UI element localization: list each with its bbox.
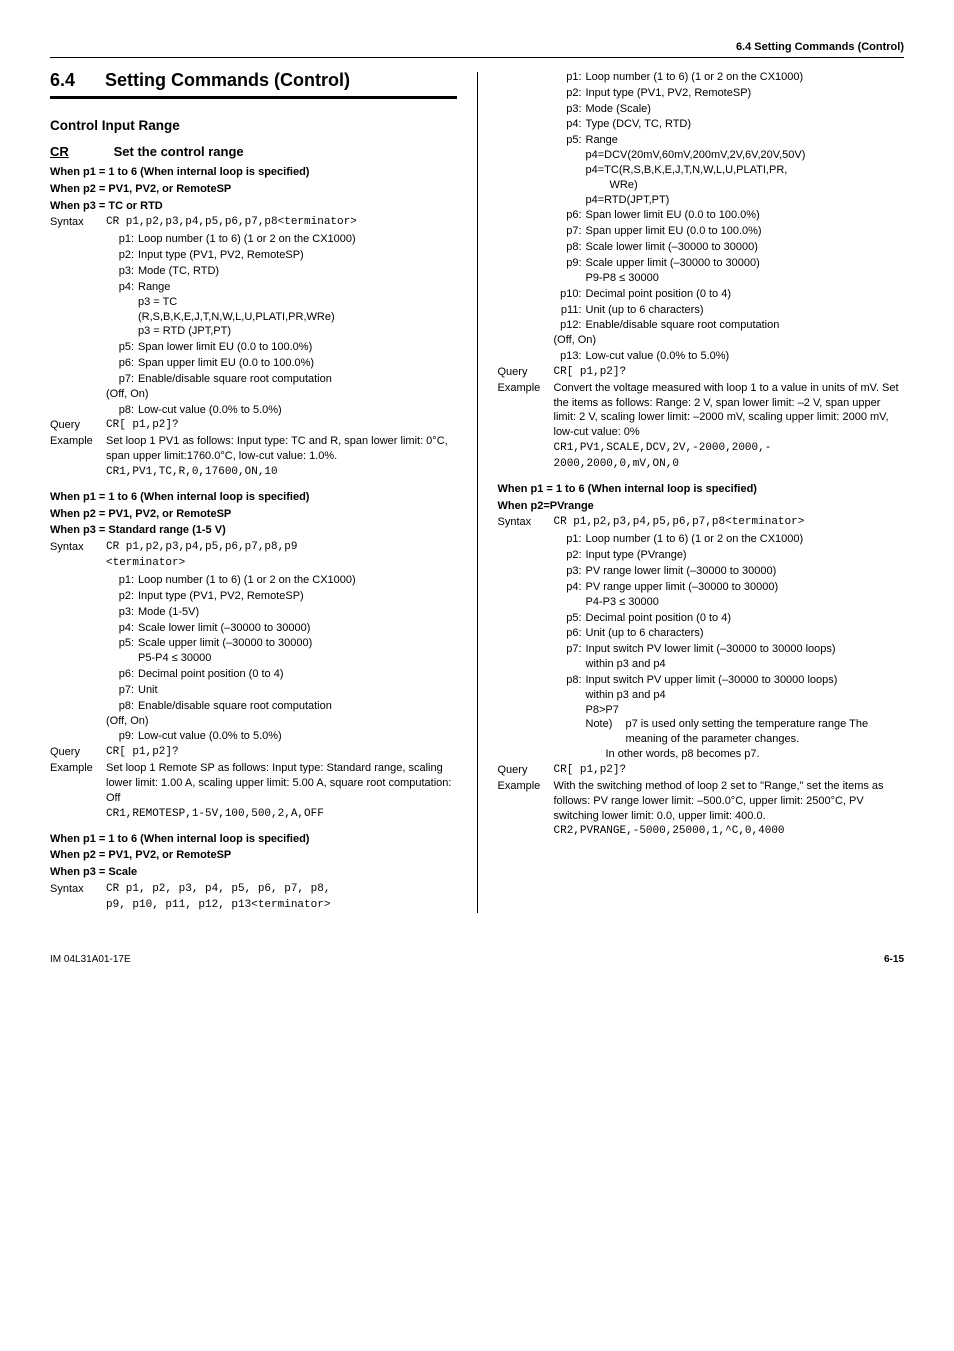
condition: When p2 = PV1, PV2, or RemoteSP <box>50 848 457 863</box>
section-number: 6.4 <box>50 68 100 92</box>
condition: When p2 = PV1, PV2, or RemoteSP <box>50 182 457 197</box>
command-desc: Set the control range <box>114 144 244 159</box>
label-query: Query <box>498 365 554 380</box>
command-heading: CR Set the control range <box>50 143 457 161</box>
label-syntax: Syntax <box>50 540 106 555</box>
right-column: p1:Loop number (1 to 6) (1 or 2 on the C… <box>498 68 905 913</box>
section-title: 6.4 Setting Commands (Control) <box>50 68 457 99</box>
section-title-text: Setting Commands (Control) <box>105 70 350 90</box>
label-syntax: Syntax <box>498 515 554 530</box>
condition: When p1 = 1 to 6 (When internal loop is … <box>50 165 457 180</box>
syntax-code: CR p1,p2,p3,p4,p5,p6,p7,p8<terminator> <box>554 515 905 530</box>
condition: When p1 = 1 to 6 (When internal loop is … <box>50 832 457 847</box>
condition: When p1 = 1 to 6 (When internal loop is … <box>498 482 905 497</box>
footer-page-num: 6-15 <box>884 953 904 967</box>
label-syntax: Syntax <box>50 882 106 897</box>
syntax-code: CR p1,p2,p3,p4,p5,p6,p7,p8<terminator> <box>106 215 457 230</box>
label-query: Query <box>50 745 106 760</box>
example-text: Convert the voltage measured with loop 1… <box>554 381 905 440</box>
example-code: CR1,PV1,TC,R,0,17600,ON,10 <box>106 465 457 480</box>
condition: When p1 = 1 to 6 (When internal loop is … <box>50 490 457 505</box>
label-example: Example <box>498 381 554 396</box>
example-code: CR2,PVRANGE,-5000,25000,1,^C,0,4000 <box>554 824 905 839</box>
query-code: CR[ p1,p2]? <box>106 418 457 433</box>
example-code: CR1,REMOTESP,1-5V,100,500,2,A,OFF <box>106 807 457 822</box>
note-label: Note) <box>586 717 626 747</box>
label-example: Example <box>50 761 106 776</box>
syntax-code: CR p1,p2,p3,p4,p5,p6,p7,p8,p9 <box>106 540 457 555</box>
query-code: CR[ p1,p2]? <box>554 763 905 778</box>
query-code: CR[ p1,p2]? <box>106 745 457 760</box>
condition: When p3 = TC or RTD <box>50 199 457 214</box>
label-query: Query <box>498 763 554 778</box>
example-code: CR1,PV1,SCALE,DCV,2V,-2000,2000,- <box>554 441 905 456</box>
footer-doc-id: IM 04L31A01-17E <box>50 953 131 967</box>
left-column: 6.4 Setting Commands (Control) Control I… <box>50 68 457 913</box>
example-text: Set loop 1 Remote SP as follows: Input t… <box>106 761 457 806</box>
condition: When p3 = Scale <box>50 865 457 880</box>
label-syntax: Syntax <box>50 215 106 230</box>
label-example: Example <box>498 779 554 794</box>
label-query: Query <box>50 418 106 433</box>
page-footer: IM 04L31A01-17E 6-15 <box>50 953 904 967</box>
example-text: Set loop 1 PV1 as follows: Input type: T… <box>106 434 457 464</box>
condition: When p2 = PV1, PV2, or RemoteSP <box>50 507 457 522</box>
condition: When p2=PVrange <box>498 499 905 514</box>
query-code: CR[ p1,p2]? <box>554 365 905 380</box>
syntax-code: CR p1, p2, p3, p4, p5, p6, p7, p8, <box>106 882 457 897</box>
example-text: With the switching method of loop 2 set … <box>554 779 905 824</box>
note-text: p7 is used only setting the temperature … <box>626 717 905 747</box>
column-divider <box>477 72 478 913</box>
label-example: Example <box>50 434 106 449</box>
condition: When p3 = Standard range (1-5 V) <box>50 523 457 538</box>
subsection-heading: Control Input Range <box>50 117 457 135</box>
running-header: 6.4 Setting Commands (Control) <box>50 40 904 58</box>
command-abbrev: CR <box>50 143 110 161</box>
